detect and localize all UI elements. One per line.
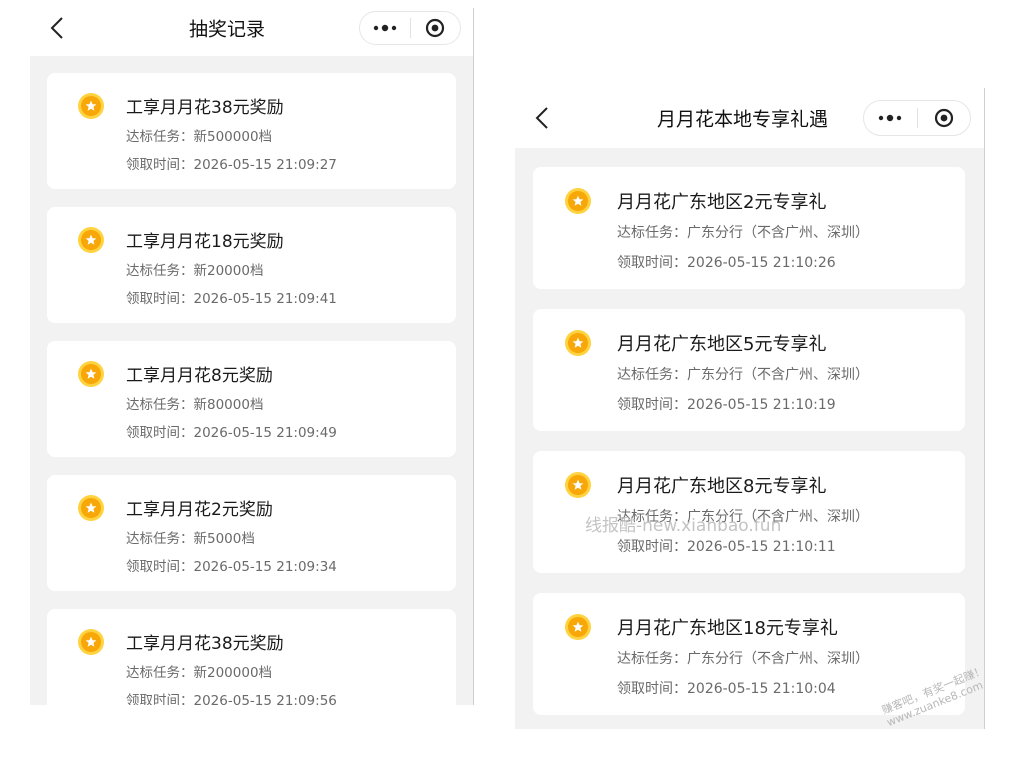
back-button[interactable] [531, 107, 553, 129]
record-card[interactable]: 工享月月花38元奖励 达标任务：新500000档 领取时间：2026-05-15… [47, 73, 456, 189]
gold-coin-star-icon [565, 472, 591, 498]
record-time: 领取时间：2026-05-15 21:09:34 [126, 559, 337, 575]
close-button[interactable] [411, 12, 461, 44]
record-list: 工享月月花38元奖励 达标任务：新500000档 领取时间：2026-05-15… [30, 56, 473, 705]
record-task: 达标任务：广东分行（不含广州、深圳） [617, 651, 869, 667]
record-title: 月月花广东地区8元专享礼 [617, 476, 827, 497]
record-title: 月月花广东地区5元专享礼 [617, 334, 827, 355]
record-time: 领取时间：2026-05-15 21:10:04 [617, 681, 836, 697]
mini-program-capsule [359, 11, 461, 45]
record-task: 达标任务：广东分行（不含广州、深圳） [617, 367, 869, 383]
more-dots-icon [879, 114, 902, 122]
gold-coin-star-icon [78, 93, 104, 119]
back-button[interactable] [46, 17, 68, 39]
gold-coin-star-icon [565, 614, 591, 640]
record-card[interactable]: 工享月月花38元奖励 达标任务：新200000档 领取时间：2026-05-15… [47, 609, 456, 705]
record-task: 达标任务：新80000档 [126, 397, 264, 413]
record-card[interactable]: 月月花广东地区2元专享礼 达标任务：广东分行（不含广州、深圳） 领取时间：202… [533, 167, 965, 289]
record-title: 工享月月花38元奖励 [126, 634, 284, 654]
record-time: 领取时间：2026-05-15 21:10:19 [617, 397, 836, 413]
gold-coin-star-icon [78, 495, 104, 521]
record-title: 工享月月花8元奖励 [126, 366, 273, 386]
record-card[interactable]: 工享月月花18元奖励 达标任务：新20000档 领取时间：2026-05-15 … [47, 207, 456, 323]
more-dots-icon [373, 24, 396, 32]
record-task: 达标任务：新20000档 [126, 263, 264, 279]
record-card[interactable]: 工享月月花8元奖励 达标任务：新80000档 领取时间：2026-05-15 2… [47, 341, 456, 457]
record-time: 领取时间：2026-05-15 21:10:11 [617, 539, 836, 555]
record-time: 领取时间：2026-05-15 21:09:49 [126, 425, 337, 441]
more-button[interactable] [864, 101, 917, 135]
nav-bar: 月月花本地专享礼遇 [515, 88, 985, 148]
record-title: 月月花广东地区18元专享礼 [617, 618, 838, 639]
more-button[interactable] [360, 12, 410, 44]
watermark-text: 线报酷-new.xianbao.fun [585, 516, 782, 536]
lottery-records-screen: 抽奖记录 工享月月花38元奖励 达标任务：新500000档 领取时间：2026-… [30, 0, 474, 705]
mini-program-capsule [863, 100, 971, 136]
chevron-left-icon [535, 107, 548, 129]
record-task: 达标任务：新500000档 [126, 129, 273, 145]
record-title: 工享月月花2元奖励 [126, 500, 273, 520]
record-title: 工享月月花38元奖励 [126, 98, 284, 118]
record-time: 领取时间：2026-05-15 21:09:56 [126, 693, 337, 705]
local-exclusive-gifts-screen: 月月花本地专享礼遇 月月花广东地区2元专享礼 达标任务：广东分行（不含广州、深圳… [515, 88, 985, 729]
record-time: 领取时间：2026-05-15 21:09:27 [126, 157, 337, 173]
gold-coin-star-icon [78, 361, 104, 387]
record-time: 领取时间：2026-05-15 21:10:26 [617, 255, 836, 271]
close-button[interactable] [918, 101, 971, 135]
gold-coin-star-icon [565, 188, 591, 214]
record-task: 达标任务：新200000档 [126, 665, 273, 681]
target-circle-icon [934, 108, 953, 128]
record-card[interactable]: 工享月月花2元奖励 达标任务：新5000档 领取时间：2026-05-15 21… [47, 475, 456, 591]
gold-coin-star-icon [565, 330, 591, 356]
record-title: 工享月月花18元奖励 [126, 232, 284, 252]
chevron-left-icon [50, 17, 63, 39]
gold-coin-star-icon [78, 227, 104, 253]
nav-bar: 抽奖记录 [30, 0, 474, 56]
record-task: 达标任务：新5000档 [126, 531, 255, 547]
target-circle-icon [426, 18, 445, 38]
record-task: 达标任务：广东分行（不含广州、深圳） [617, 225, 869, 241]
record-title: 月月花广东地区2元专享礼 [617, 192, 827, 213]
record-list: 月月花广东地区2元专享礼 达标任务：广东分行（不含广州、深圳） 领取时间：202… [515, 148, 984, 729]
gold-coin-star-icon [78, 629, 104, 655]
record-card[interactable]: 月月花广东地区5元专享礼 达标任务：广东分行（不含广州、深圳） 领取时间：202… [533, 309, 965, 431]
record-time: 领取时间：2026-05-15 21:09:41 [126, 291, 337, 307]
